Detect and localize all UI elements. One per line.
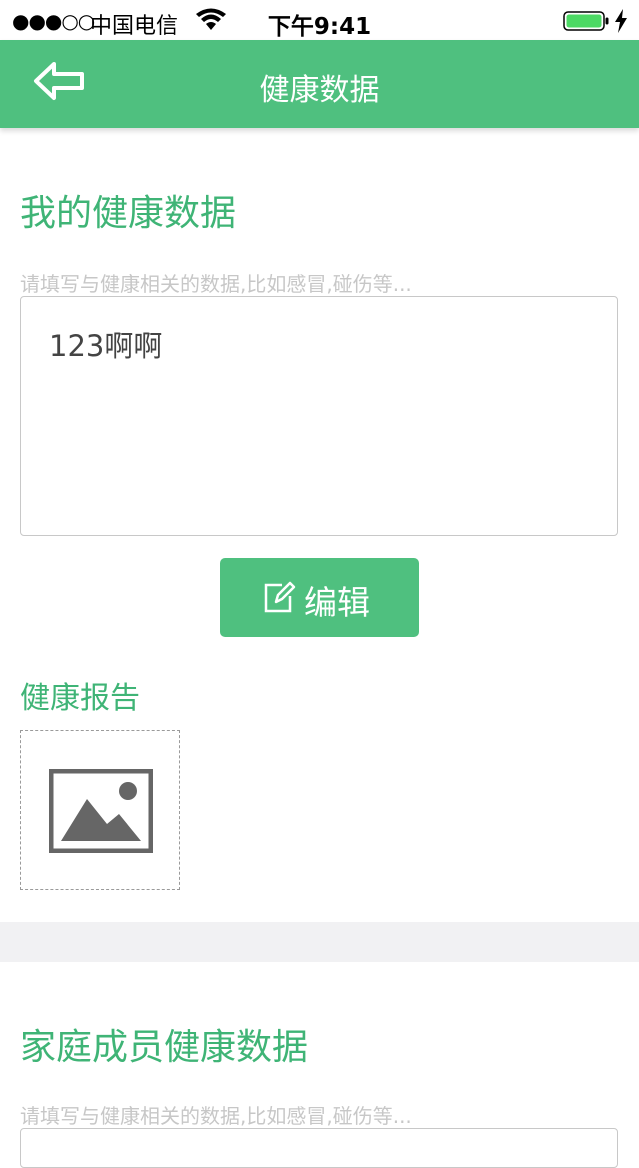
page-title: 健康数据 <box>259 73 380 108</box>
my-health-hint: 请填写与健康相关的数据,比如感冒,碰伤等... <box>20 272 412 296</box>
charging-icon <box>615 9 627 33</box>
battery-icon <box>563 11 609 31</box>
edit-button[interactable]: 编辑 <box>220 558 419 637</box>
my-health-title: 我的健康数据 <box>20 193 237 234</box>
report-image-upload[interactable] <box>20 730 180 890</box>
report-title: 健康报告 <box>20 681 140 716</box>
image-placeholder-icon <box>49 769 153 853</box>
navigation-bar: 健康数据 <box>0 40 639 128</box>
family-health-hint: 请填写与健康相关的数据,比如感冒,碰伤等... <box>20 1104 412 1128</box>
edit-button-label: 编辑 <box>304 583 370 622</box>
status-time: 下午9:41 <box>267 14 372 40</box>
family-health-title: 家庭成员健康数据 <box>20 1027 309 1068</box>
my-health-value: 123啊啊 <box>49 329 163 363</box>
edit-icon <box>264 581 296 613</box>
status-bar: ●●●○○ 中国电信 下午9:41 <box>0 0 639 40</box>
family-health-textarea[interactable] <box>20 1128 618 1168</box>
section-divider <box>0 922 639 962</box>
my-health-textarea[interactable]: 123啊啊 <box>20 296 618 536</box>
